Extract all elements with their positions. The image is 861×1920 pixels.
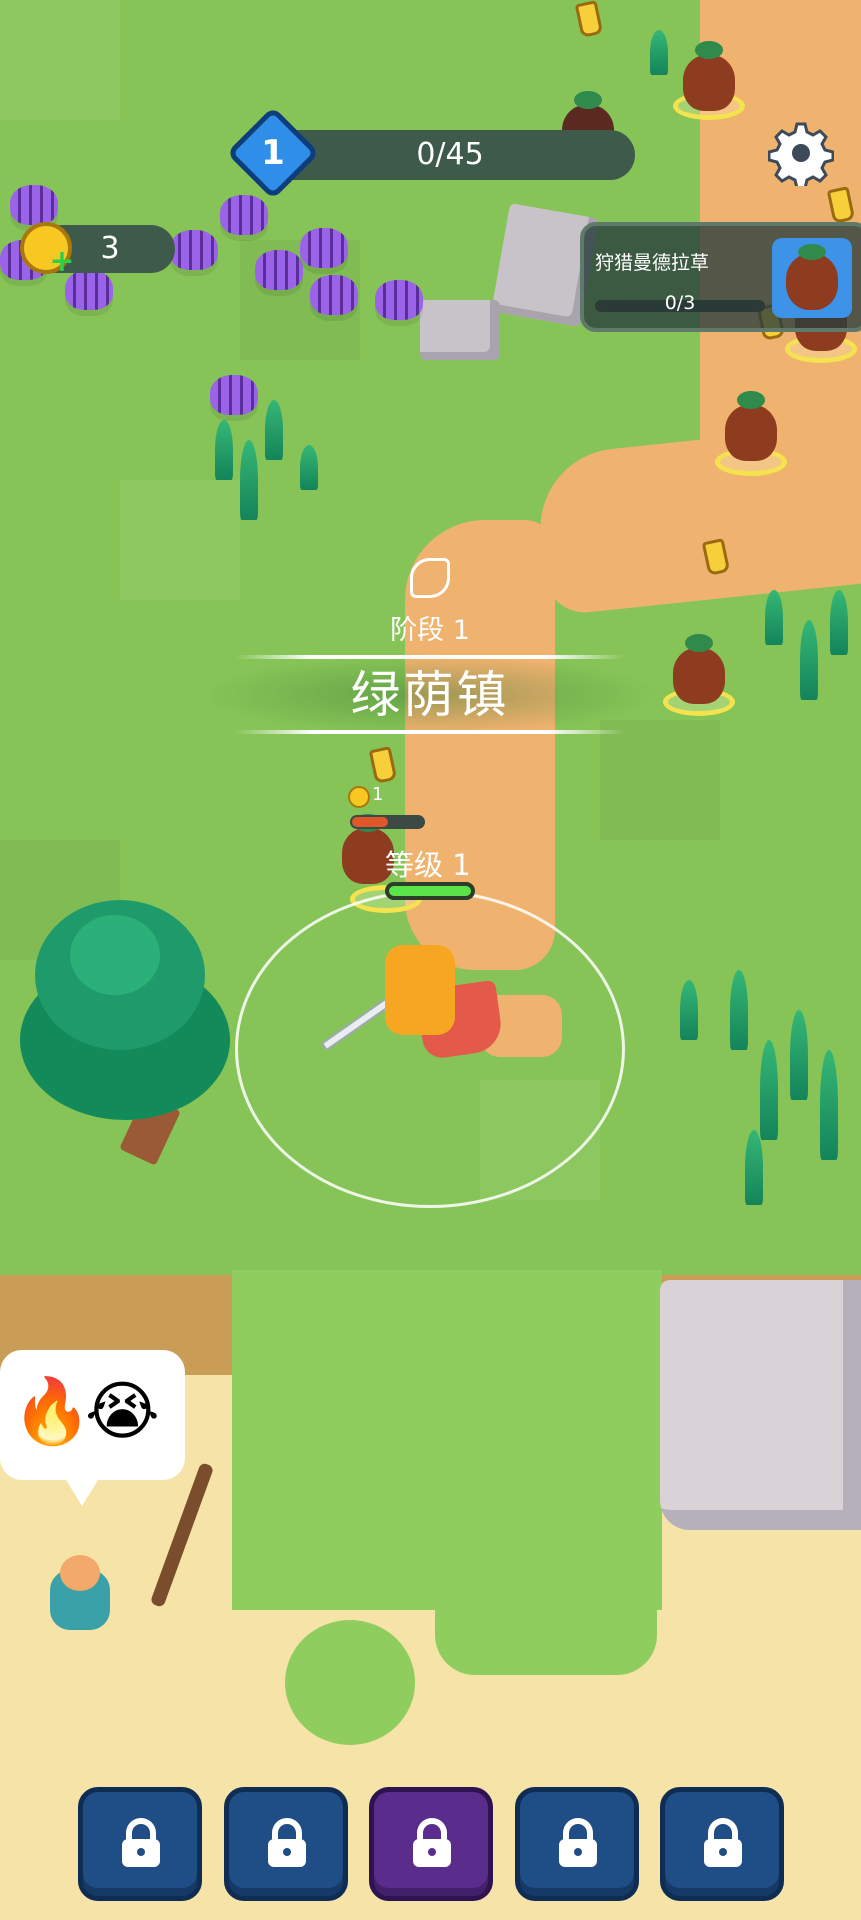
mandrake-enemy[interactable] (683, 41, 735, 111)
purple-bug-enemy[interactable] (210, 375, 258, 415)
grass-blade (790, 1010, 808, 1100)
enemy-health-fill (352, 817, 388, 827)
skill-slot-1[interactable] (78, 1787, 202, 1901)
grass-inlet (285, 1620, 415, 1745)
lock-icon (268, 1818, 306, 1867)
xp-progress-text: 0/45 (416, 137, 484, 172)
grass-inlet (232, 1270, 662, 1610)
quest-progress-text: 0/3 (664, 292, 696, 314)
purple-bug-enemy[interactable] (310, 275, 358, 315)
skill-slot-4[interactable] (515, 1787, 639, 1901)
lock-icon (559, 1818, 597, 1867)
coin-count: 3 (100, 231, 120, 266)
grass-blade (300, 445, 318, 490)
rock (420, 300, 500, 360)
grass-blade (730, 970, 748, 1050)
purple-bug-enemy[interactable] (375, 280, 423, 320)
lock-icon (413, 1818, 451, 1867)
quest-title: 狩猎曼德拉草 (595, 252, 710, 274)
purple-bug-enemy[interactable] (300, 228, 348, 268)
skill-slot-3[interactable] (369, 1787, 493, 1901)
grass-tile (120, 480, 240, 600)
purple-bug-enemy[interactable] (170, 230, 218, 270)
speech-bubble-tail (60, 1470, 104, 1506)
grass-tile (600, 720, 720, 840)
campfire-icon: 🔥 (12, 1375, 92, 1449)
grass-blade (265, 400, 283, 460)
skill-slot-5[interactable] (660, 1787, 784, 1901)
gear-icon[interactable] (768, 120, 834, 186)
grass-blade (680, 980, 698, 1040)
coin-reward-icon (348, 786, 370, 808)
mandrake-enemy[interactable] (725, 391, 777, 461)
purple-bug-enemy[interactable] (255, 250, 303, 290)
lock-icon (122, 1818, 160, 1867)
leaf-icon (410, 558, 450, 598)
grass-blade (650, 30, 668, 75)
grass-blade (800, 620, 818, 700)
camp-npc[interactable] (40, 1550, 120, 1640)
grass-blade (820, 1050, 838, 1160)
purple-bug-enemy[interactable] (10, 185, 58, 225)
grass-blade (745, 1130, 763, 1205)
crying-face-icon: 😭 (85, 1375, 160, 1449)
npc-head (60, 1555, 100, 1591)
grass-inlet (435, 1600, 657, 1675)
add-coins-icon[interactable]: + (48, 247, 76, 277)
level-number: 1 (261, 133, 285, 173)
player-level-label: 等级 1 (385, 848, 471, 882)
title-divider (235, 730, 625, 734)
grass-blade (215, 420, 233, 480)
lock-icon (704, 1818, 742, 1867)
grass-blade (765, 590, 783, 645)
stage-label: 阶段 1 (390, 615, 470, 646)
player-health-fill (389, 886, 471, 896)
skill-slot-2[interactable] (224, 1787, 348, 1901)
mandrake-icon (772, 238, 852, 318)
player-hero (385, 945, 455, 1035)
grass-blade (830, 590, 848, 655)
town-name: 绿荫镇 (350, 666, 510, 724)
grass-blade (240, 440, 258, 520)
mandrake-enemy[interactable] (673, 634, 725, 704)
tree (70, 915, 160, 995)
grass-tile (0, 0, 120, 120)
grass-blade (760, 1040, 778, 1140)
coin-reward-amount: 1 (372, 784, 384, 805)
boulder (660, 1280, 861, 1530)
purple-bug-enemy[interactable] (220, 195, 268, 235)
